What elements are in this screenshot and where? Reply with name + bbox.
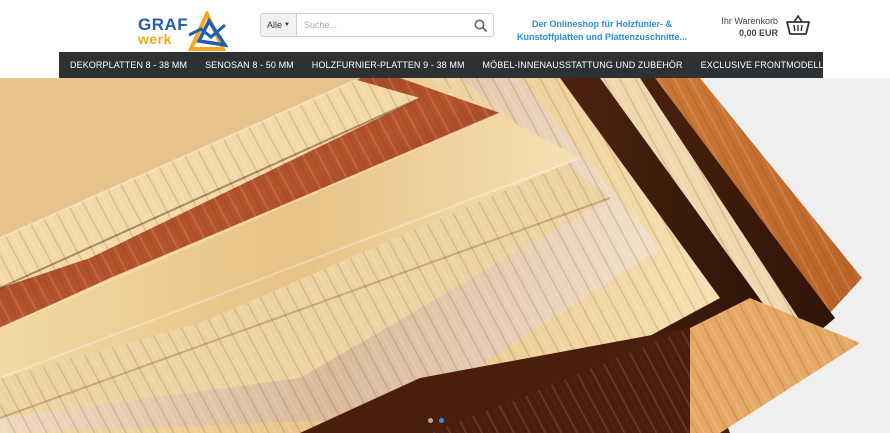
cart-label: Ihr Warenkorb	[721, 16, 778, 26]
logo-text-werk: werk	[138, 31, 172, 47]
search-category-select[interactable]: Alle ▼	[261, 14, 297, 36]
slider-dot-active[interactable]	[439, 418, 444, 423]
tagline-line1: Der Onlineshop für Holzfunier- &	[531, 19, 672, 29]
logo-mark	[187, 11, 229, 51]
search-button[interactable]	[467, 14, 493, 36]
hero-banner[interactable]	[0, 78, 890, 433]
cart-summary[interactable]: Ihr Warenkorb 0,00 EUR	[700, 15, 778, 39]
tagline-line2: Kunstoffplatten und Plattenzuschnitte...	[517, 32, 687, 42]
logo[interactable]: GRAF werk	[68, 6, 229, 51]
slider-dot[interactable]	[428, 418, 433, 423]
search-icon	[474, 19, 487, 32]
slider-dots	[428, 418, 444, 423]
main-navigation: DEKORPLATTEN 8 - 38 MM SENOSAN 8 - 50 MM…	[59, 52, 830, 78]
cart-total: 0,00 EUR	[738, 28, 778, 38]
nav-item-holzfurnier-platten[interactable]: HOLZFURNIER-PLATTEN 9 - 38 MM	[303, 60, 474, 70]
search-category-label: Alle	[267, 20, 283, 30]
search-input[interactable]	[297, 14, 467, 36]
nav-item-dekorplatten[interactable]: DEKORPLATTEN 8 - 38 MM	[59, 60, 196, 70]
basket-icon[interactable]	[786, 14, 810, 36]
nav-item-exclusive-frontmodelle[interactable]: EXCLUSIVE FRONTMODELLE	[692, 60, 839, 70]
hero-wood-veneer-image	[0, 78, 890, 433]
shop-tagline[interactable]: Der Onlineshop für Holzfunier- & Kunstof…	[514, 18, 690, 44]
chevron-down-icon: ▼	[284, 22, 290, 28]
nav-item-senosan[interactable]: SENOSAN 8 - 50 MM	[196, 60, 303, 70]
search-bar: Alle ▼	[260, 13, 494, 37]
nav-item-moebel-innenausstattung[interactable]: MÖBEL-INNENAUSSTATTUNG UND ZUBEHÖR	[474, 60, 692, 70]
